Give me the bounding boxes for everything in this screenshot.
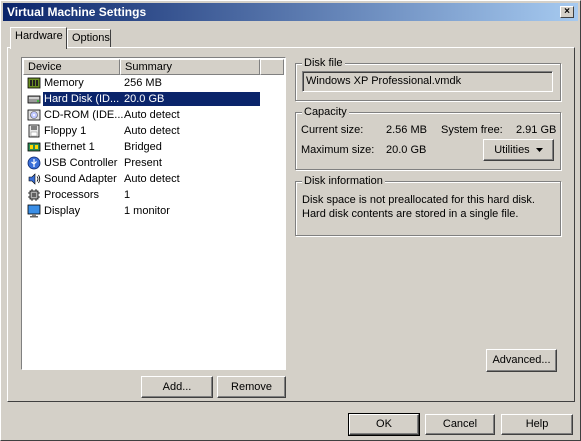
device-row-processors[interactable]: Processors 1 <box>23 187 283 203</box>
device-row-floppy[interactable]: Floppy 1 Auto detect <box>23 123 283 139</box>
close-icon: × <box>564 6 570 17</box>
device-summary: Bridged <box>124 141 162 153</box>
capacity-title: Capacity <box>302 105 349 119</box>
close-button[interactable]: × <box>560 6 574 18</box>
device-summary: 1 monitor <box>124 205 170 217</box>
title-bar[interactable]: Virtual Machine Settings × <box>3 3 578 21</box>
disk-file-title: Disk file <box>302 56 345 70</box>
device-row-hard-disk[interactable]: Hard Disk (ID... 20.0 GB <box>23 91 283 107</box>
device-list-header: Device Summary <box>23 59 284 75</box>
device-summary: 20.0 GB <box>123 92 260 106</box>
column-header-summary[interactable]: Summary <box>120 59 260 75</box>
device-row-display[interactable]: Display 1 monitor <box>23 203 283 219</box>
hard-disk-icon <box>27 95 41 104</box>
vm-settings-dialog: Virtual Machine Settings × Hardware Opti… <box>0 0 581 441</box>
dropdown-arrow-icon <box>535 148 543 153</box>
speaker-icon <box>28 173 41 185</box>
tab-options[interactable]: Options <box>67 29 111 47</box>
system-free-value: 2.91 GB <box>516 124 557 136</box>
device-row-usb[interactable]: USB Controller Present <box>23 155 283 171</box>
maximum-size-value: 20.0 GB <box>386 144 427 156</box>
tab-hardware[interactable]: Hardware <box>10 27 67 49</box>
monitor-icon <box>27 204 41 218</box>
maximum-size-label: Maximum size: <box>301 144 375 156</box>
device-summary: Auto detect <box>124 109 180 121</box>
cancel-button[interactable]: Cancel <box>425 414 495 435</box>
device-list[interactable]: Device Summary Memory 256 MB Hard Disk (… <box>21 57 286 370</box>
memory-icon <box>27 77 41 89</box>
help-button[interactable]: Help <box>501 414 573 435</box>
advanced-button[interactable]: Advanced... <box>486 349 557 372</box>
device-row-ethernet[interactable]: Ethernet 1 Bridged <box>23 139 283 155</box>
column-header-device[interactable]: Device <box>23 59 120 75</box>
window-title: Virtual Machine Settings <box>7 5 147 19</box>
device-summary: Present <box>124 157 162 169</box>
system-free-label: System free: <box>441 124 503 136</box>
device-summary: Auto detect <box>124 125 180 137</box>
current-size-value: 2.56 MB <box>386 124 427 136</box>
utilities-button[interactable]: Utilities <box>483 139 554 161</box>
floppy-icon <box>28 124 40 138</box>
disk-information-title: Disk information <box>302 174 385 188</box>
tab-hardware-label: Hardware <box>15 30 63 42</box>
device-row-memory[interactable]: Memory 256 MB <box>23 75 283 91</box>
device-row-cdrom[interactable]: CD-ROM (IDE... Auto detect <box>23 107 283 123</box>
current-size-label: Current size: <box>301 124 364 136</box>
cdrom-icon <box>27 109 41 121</box>
ethernet-icon <box>27 142 41 152</box>
column-header-empty <box>260 59 284 75</box>
usb-icon <box>27 156 41 170</box>
disk-info-line-2: Hard disk contents are stored in a singl… <box>302 208 519 220</box>
disk-file-field[interactable]: Windows XP Professional.vmdk <box>302 71 553 92</box>
device-summary: 1 <box>124 189 131 201</box>
device-row-sound[interactable]: Sound Adapter Auto detect <box>23 171 283 187</box>
utilities-label: Utilities <box>494 144 530 156</box>
add-button[interactable]: Add... <box>141 376 213 398</box>
disk-info-line-1: Disk space is not preallocated for this … <box>302 194 535 206</box>
device-summary: Auto detect <box>124 173 180 185</box>
processor-icon <box>28 189 40 201</box>
tab-options-label: Options <box>72 32 110 44</box>
device-summary: 256 MB <box>124 77 162 89</box>
remove-button[interactable]: Remove <box>217 376 286 398</box>
ok-button[interactable]: OK <box>348 413 420 436</box>
